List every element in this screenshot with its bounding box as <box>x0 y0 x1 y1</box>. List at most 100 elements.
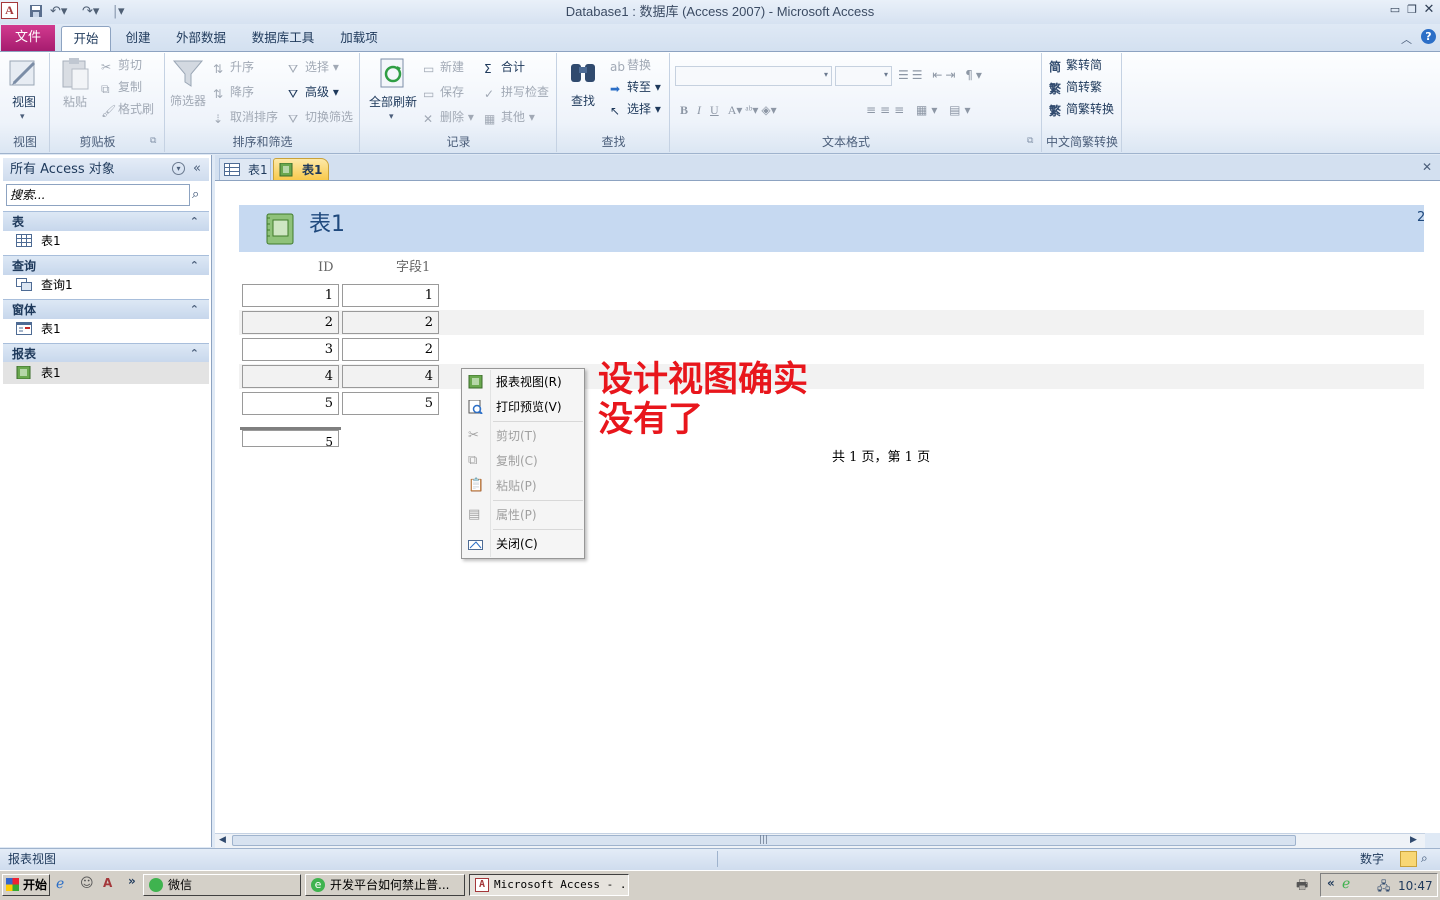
spelling-label: 拼写检查 <box>501 85 550 99</box>
tab-file[interactable]: 文件 <box>1 25 55 51</box>
collapse-nav-icon[interactable]: « <box>193 161 201 176</box>
search-icon[interactable]: ⌕ <box>192 187 199 202</box>
tab-addins[interactable]: 加载项 <box>334 26 384 51</box>
paste-label[interactable]: 粘贴 <box>63 94 87 110</box>
replace-button[interactable]: ab 替换 <box>610 57 651 74</box>
menu-close[interactable]: 关闭(C) <box>462 532 584 556</box>
ie-quicklaunch-icon[interactable]: ℯ <box>56 876 64 892</box>
find-label[interactable]: 查找 <box>571 93 595 109</box>
menu-copy[interactable]: ⧉ 复制(C) <box>462 449 584 473</box>
table-icon <box>16 234 32 247</box>
totals-button[interactable]: Σ 合计 <box>484 59 525 76</box>
nav-section-reports[interactable]: 报表 ⌃ <box>3 343 209 363</box>
nav-section-forms[interactable]: 窗体 ⌃ <box>3 299 209 319</box>
refresh-all-icon[interactable] <box>378 57 408 92</box>
sort-ascending-button[interactable]: ⇅ 升序 <box>213 59 254 76</box>
group-views-label: 视图 <box>12 135 37 149</box>
clipboard-launcher-icon[interactable]: ⧉ <box>150 136 156 146</box>
network-tray-icon[interactable]: 🖧 <box>1377 877 1390 898</box>
font-size-select[interactable]: ▾ <box>835 66 892 86</box>
nav-item-table1[interactable]: 表1 <box>3 230 209 252</box>
t2s-button[interactable]: 简繁转简 <box>1049 57 1103 74</box>
copy-button[interactable]: ⧉ 复制 <box>101 79 142 96</box>
printer-tray-icon[interactable]: 🖶 <box>1296 876 1308 898</box>
toggle-filter-icon: ⛛ <box>288 112 299 126</box>
close-window-icon[interactable]: ✕ <box>1422 3 1436 17</box>
toggle-filter-button[interactable]: ⛛ 切换筛选 <box>288 109 353 126</box>
taskbar-item-access[interactable]: A Microsoft Access - ... <box>469 874 629 896</box>
view-dropdown-icon[interactable]: ▾ <box>20 112 25 122</box>
convert-label: 简繁转换 <box>1066 102 1115 116</box>
sort-descending-button[interactable]: ⇅ 降序 <box>213 84 255 101</box>
save-record-button[interactable]: ▭ 保存 <box>423 84 464 101</box>
goto-button[interactable]: ➡ 转至 ▾ <box>610 79 661 96</box>
start-button[interactable]: 开始 <box>2 874 50 896</box>
doc-tab-table1[interactable]: 表1 <box>219 158 271 180</box>
minimize-icon[interactable]: ▭ <box>1388 3 1402 17</box>
spelling-button[interactable]: ✓ 拼写检查 <box>484 84 550 101</box>
copy-icon: ⧉ <box>101 82 110 96</box>
scroll-right-icon[interactable]: ▶ <box>1410 835 1417 845</box>
filter-icon[interactable] <box>172 57 204 92</box>
help-icon[interactable]: ? <box>1421 29 1436 44</box>
nav-item-form1[interactable]: 表1 <box>3 318 209 340</box>
tab-external-data[interactable]: 外部数据 <box>170 26 232 51</box>
binoculars-icon[interactable] <box>568 58 598 91</box>
refresh-dropdown-icon[interactable]: ▾ <box>389 112 394 122</box>
nav-search-input[interactable]: 搜索... <box>6 184 190 206</box>
new-record-button[interactable]: ▭ 新建 <box>423 59 464 76</box>
tab-database-tools[interactable]: 数据库工具 <box>245 26 321 51</box>
more-button[interactable]: ▦ 其他 ▾ <box>484 109 535 126</box>
sort-descending-label: 降序 <box>230 85 255 99</box>
report-logo-icon <box>264 212 296 249</box>
nav-section-queries[interactable]: 查询 ⌃ <box>3 255 209 275</box>
report-view-toggle-icon[interactable] <box>1400 851 1417 867</box>
paste-icon[interactable] <box>60 57 90 94</box>
more-quicklaunch-icon[interactable]: » <box>128 874 136 888</box>
selection-filter-button[interactable]: ⛛ 选择 ▾ <box>288 59 339 76</box>
doc-tab-report1[interactable]: 表1 <box>273 158 329 180</box>
taskbar-item-wechat[interactable]: 微信 <box>143 874 301 896</box>
text-format-launcher-icon[interactable]: ⧉ <box>1027 136 1033 146</box>
remove-sort-button[interactable]: ⇣ 取消排序 <box>213 109 278 126</box>
nav-item-query1[interactable]: 查询1 <box>3 274 209 296</box>
access-quicklaunch-icon[interactable]: A <box>103 876 112 890</box>
advanced-filter-button[interactable]: ⛛ 高级 ▾ <box>288 84 339 101</box>
menu-properties[interactable]: ▤ 属性(P) <box>462 503 584 527</box>
nav-menu-chevron-icon[interactable]: ▾ <box>172 162 185 175</box>
qq-quicklaunch-icon[interactable]: ☺ <box>80 876 94 891</box>
format-painter-button[interactable]: 🖌 格式刷 <box>101 101 154 118</box>
convert-button[interactable]: 繁简繁转换 <box>1049 101 1115 118</box>
nav-section-tables[interactable]: 表 ⌃ <box>3 211 209 231</box>
restore-icon[interactable]: ❐ <box>1405 3 1419 17</box>
cut-button[interactable]: ✂ 剪切 <box>101 57 142 74</box>
font-name-select[interactable]: ▾ <box>675 66 832 86</box>
print-preview-toggle-icon[interactable]: ⌕ <box>1421 851 1428 866</box>
menu-cut[interactable]: ✂ 剪切(T) <box>462 424 584 448</box>
align-icons[interactable]: ≡≡≡ ▦▾ ▤▾ <box>866 102 975 118</box>
filter-label[interactable]: 筛选器 <box>170 93 206 109</box>
view-label[interactable]: 视图 <box>12 94 36 110</box>
s2t-button[interactable]: 繁简转繁 <box>1049 79 1102 96</box>
font-style-icons[interactable]: B I U A▾ ᵃᵇ▾ ◈▾ <box>680 102 777 118</box>
menu-paste[interactable]: 📋 粘贴(P) <box>462 474 584 498</box>
tray-ie-icon[interactable]: ℯ <box>1342 876 1350 892</box>
menu-report-view[interactable]: 报表视图(R) <box>462 370 584 394</box>
tab-create[interactable]: 创建 <box>116 26 160 51</box>
scroll-left-icon[interactable]: ◀ <box>219 835 226 845</box>
taskbar-item-browser[interactable]: e 开发平台如何禁止普... <box>305 874 465 896</box>
tab-home[interactable]: 开始 <box>61 26 111 51</box>
t2s-label: 繁转简 <box>1066 58 1103 72</box>
select-button[interactable]: ↖ 选择 ▾ <box>610 101 661 118</box>
show-hidden-icons-icon[interactable]: « <box>1327 876 1335 890</box>
brush-icon: 🖌 <box>101 104 117 118</box>
minimize-ribbon-icon[interactable]: ︿ <box>1401 31 1412 47</box>
view-button[interactable] <box>8 57 40 94</box>
nav-item-report1[interactable]: 表1 <box>3 362 209 384</box>
close-document-icon[interactable]: ✕ <box>1422 160 1432 174</box>
delete-record-button[interactable]: ✕ 删除 ▾ <box>423 109 474 126</box>
advanced-filter-label: 高级 <box>305 85 330 99</box>
refresh-all-label[interactable]: 全部刷新 <box>369 94 417 110</box>
list-format-icons[interactable]: ☰☰ ⇤⇥ ¶▾ <box>898 67 985 83</box>
menu-print-preview[interactable]: 打印预览(V) <box>462 395 584 419</box>
